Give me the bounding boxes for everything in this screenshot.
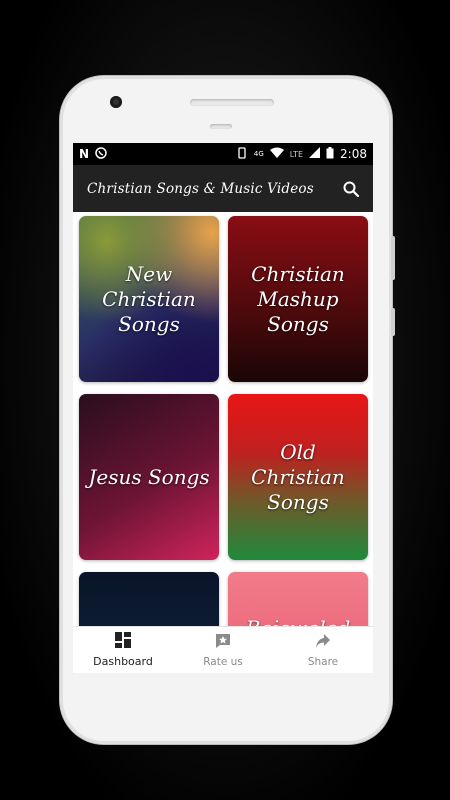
bottom-navigation: Dashboard Rate us Share bbox=[73, 626, 373, 673]
volume-button bbox=[391, 236, 395, 280]
app-title: Christian Songs & Music Videos bbox=[87, 180, 314, 197]
category-card-label: Jesus Songs bbox=[88, 464, 210, 489]
nav-dashboard-label: Dashboard bbox=[93, 655, 153, 668]
app-bar: Christian Songs & Music Videos bbox=[73, 165, 373, 212]
vibrate-icon bbox=[236, 146, 248, 162]
category-card-christian-mashup-songs[interactable]: Christian Mashup Songs bbox=[228, 216, 368, 382]
category-card-label: Old Christian Songs bbox=[251, 439, 345, 514]
proximity-sensor bbox=[210, 124, 232, 129]
category-card-old-christian-songs[interactable]: Old Christian Songs bbox=[228, 394, 368, 560]
whatsapp-icon bbox=[95, 146, 107, 162]
category-grid: New Christian Songs Christian Mashup Son… bbox=[73, 212, 373, 627]
dashboard-icon bbox=[115, 632, 131, 651]
4g-data-icon: 4G bbox=[253, 150, 264, 158]
category-grid-scroll[interactable]: New Christian Songs Christian Mashup Son… bbox=[73, 212, 373, 627]
earpiece-speaker bbox=[190, 99, 274, 106]
wifi-icon bbox=[269, 147, 284, 161]
power-button bbox=[391, 308, 395, 336]
category-card-5[interactable] bbox=[79, 572, 219, 627]
nav-share[interactable]: Share bbox=[273, 627, 373, 673]
category-card-label: Christian Mashup Songs bbox=[251, 261, 345, 336]
lte-signal-icon: LTE bbox=[289, 149, 304, 159]
nav-dashboard[interactable]: Dashboard bbox=[73, 627, 173, 673]
netflix-n-icon: N bbox=[79, 147, 90, 161]
nav-share-label: Share bbox=[307, 655, 339, 668]
category-card-new-christian-songs[interactable]: New Christian Songs bbox=[79, 216, 219, 382]
battery-icon bbox=[326, 146, 334, 162]
category-card-label: New Christian Songs bbox=[102, 261, 196, 336]
status-bar: N 4G LTE 2:08 bbox=[73, 143, 373, 165]
signal-icon bbox=[309, 147, 321, 161]
front-camera bbox=[110, 96, 122, 108]
nav-rate-us-label: Rate us bbox=[203, 655, 243, 668]
nav-rate-us[interactable]: Rate us bbox=[173, 627, 273, 673]
category-card-6[interactable]: Bejeweled bbox=[228, 572, 368, 627]
category-card-jesus-songs[interactable]: Jesus Songs bbox=[79, 394, 219, 560]
search-icon[interactable] bbox=[343, 181, 359, 197]
rate-us-icon bbox=[215, 633, 231, 652]
status-time: 2:08 bbox=[340, 147, 367, 161]
share-icon bbox=[315, 633, 331, 652]
app-screen: N 4G LTE 2:08 Christian Songs & Music Vi… bbox=[73, 143, 373, 673]
